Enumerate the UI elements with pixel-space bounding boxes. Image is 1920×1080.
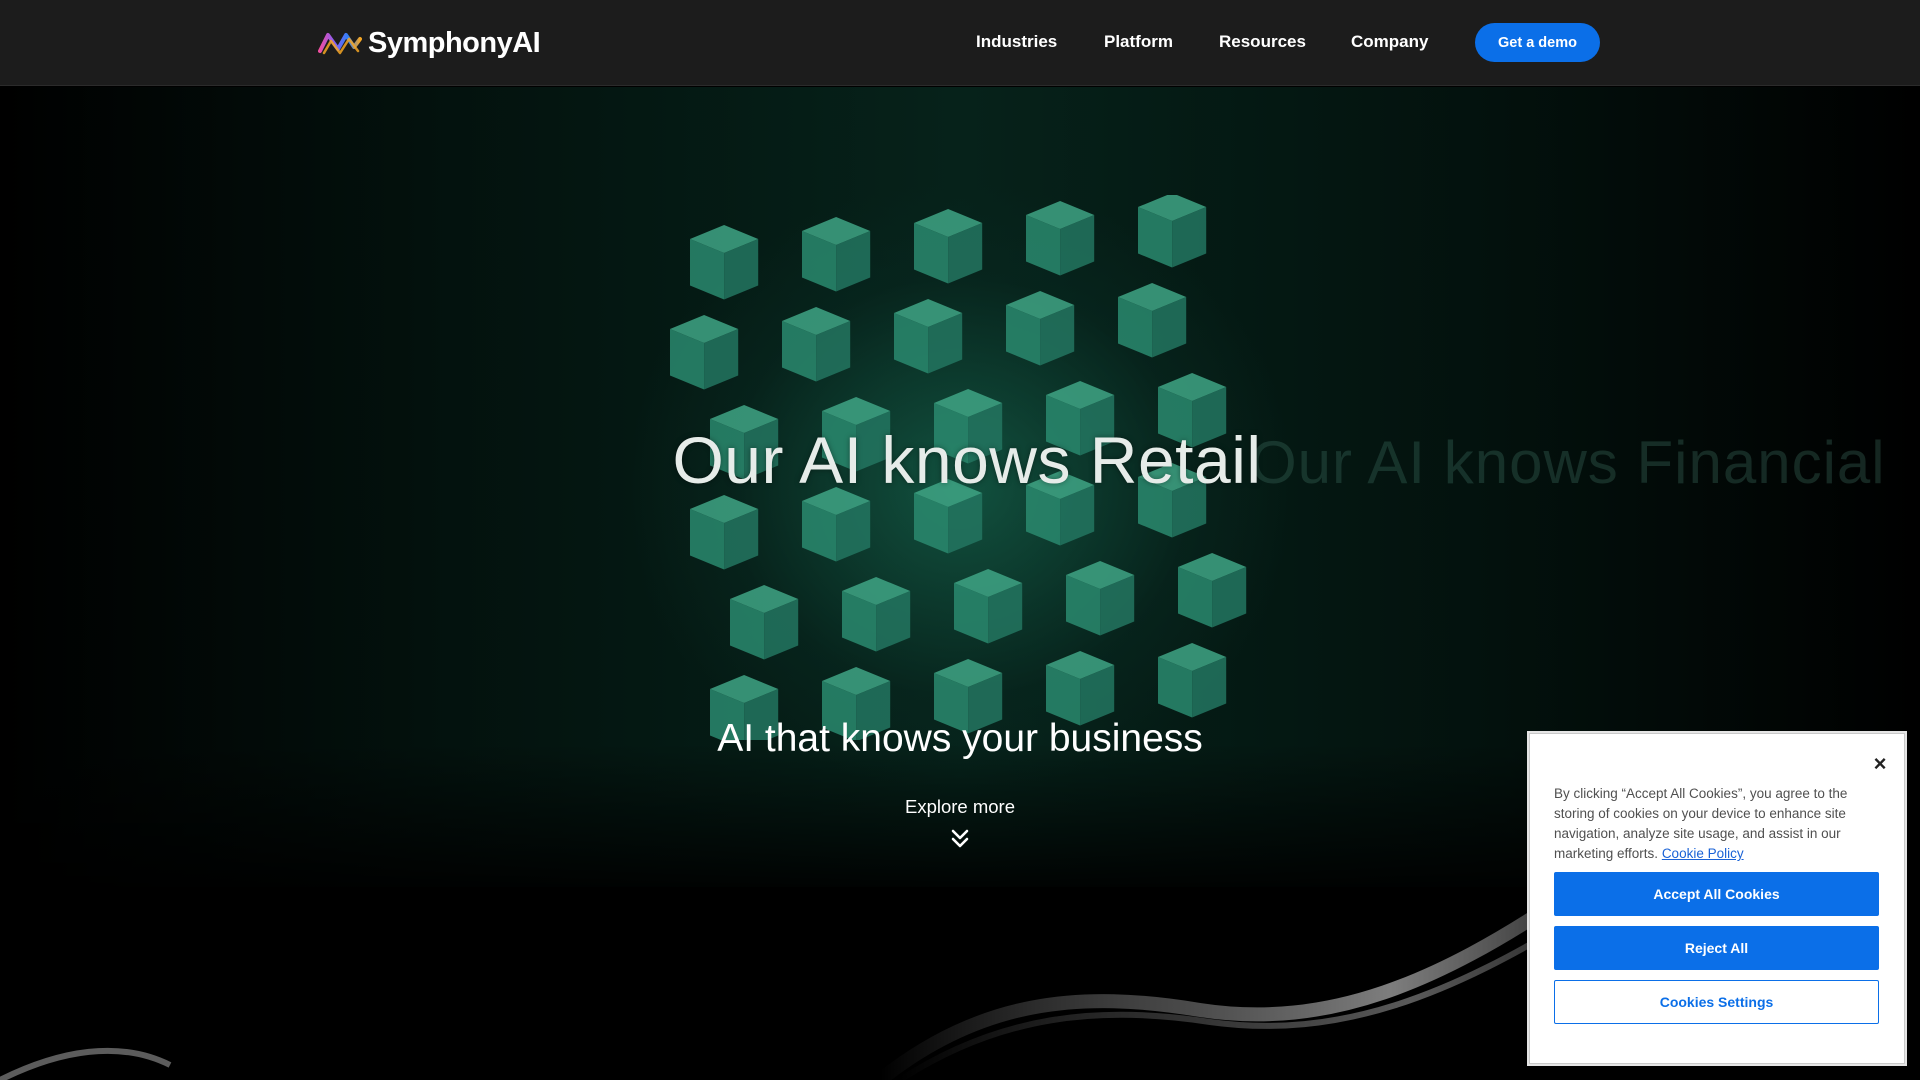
nav-platform[interactable]: Platform [1104,32,1173,56]
cookie-consent-dialog: × By clicking “Accept All Cookies”, you … [1529,733,1905,1064]
double-chevron-down-icon[interactable] [949,828,971,850]
cube-shape [802,217,871,292]
cube-shape [730,585,799,660]
cookie-consent-text: By clicking “Accept All Cookies”, you ag… [1554,784,1884,864]
accept-all-cookies-button[interactable]: Accept All Cookies [1554,872,1879,916]
logo-text: SymphonyAI [368,26,541,59]
logo-wave-icon [318,33,362,55]
close-icon[interactable]: × [1868,752,1892,776]
cube-shape [1158,643,1227,718]
cube-shape [954,569,1023,644]
cookie-policy-link[interactable]: Cookie Policy [1662,846,1744,861]
cookies-settings-button[interactable]: Cookies Settings [1554,980,1879,1024]
cube-shape [1138,195,1207,268]
nav-resources[interactable]: Resources [1219,32,1306,56]
cube-shape [690,495,759,570]
cube-shape [690,225,759,300]
cube-shape [1006,291,1075,366]
cube-shape [1046,651,1115,726]
cube-shape [670,315,739,390]
cube-shape [894,299,963,374]
nav-industries[interactable]: Industries [976,32,1057,56]
cube-shape [802,487,871,562]
cube-shape [1026,201,1095,276]
symphonyai-logo[interactable]: SymphonyAI [318,24,541,62]
cube-shape [1178,553,1247,628]
hero-headline: Our AI knows Retail [672,423,1262,497]
cube-shape [782,307,851,382]
nav-company[interactable]: Company [1351,32,1428,56]
cube-shape [842,577,911,652]
cube-shape [1066,561,1135,636]
cube-shape [1118,283,1187,358]
get-a-demo-button[interactable]: Get a demo [1475,23,1600,62]
cube-shape [914,209,983,284]
reject-all-button[interactable]: Reject All [1554,926,1879,970]
site-header: SymphonyAI Industries Platform Resources… [0,0,1920,86]
